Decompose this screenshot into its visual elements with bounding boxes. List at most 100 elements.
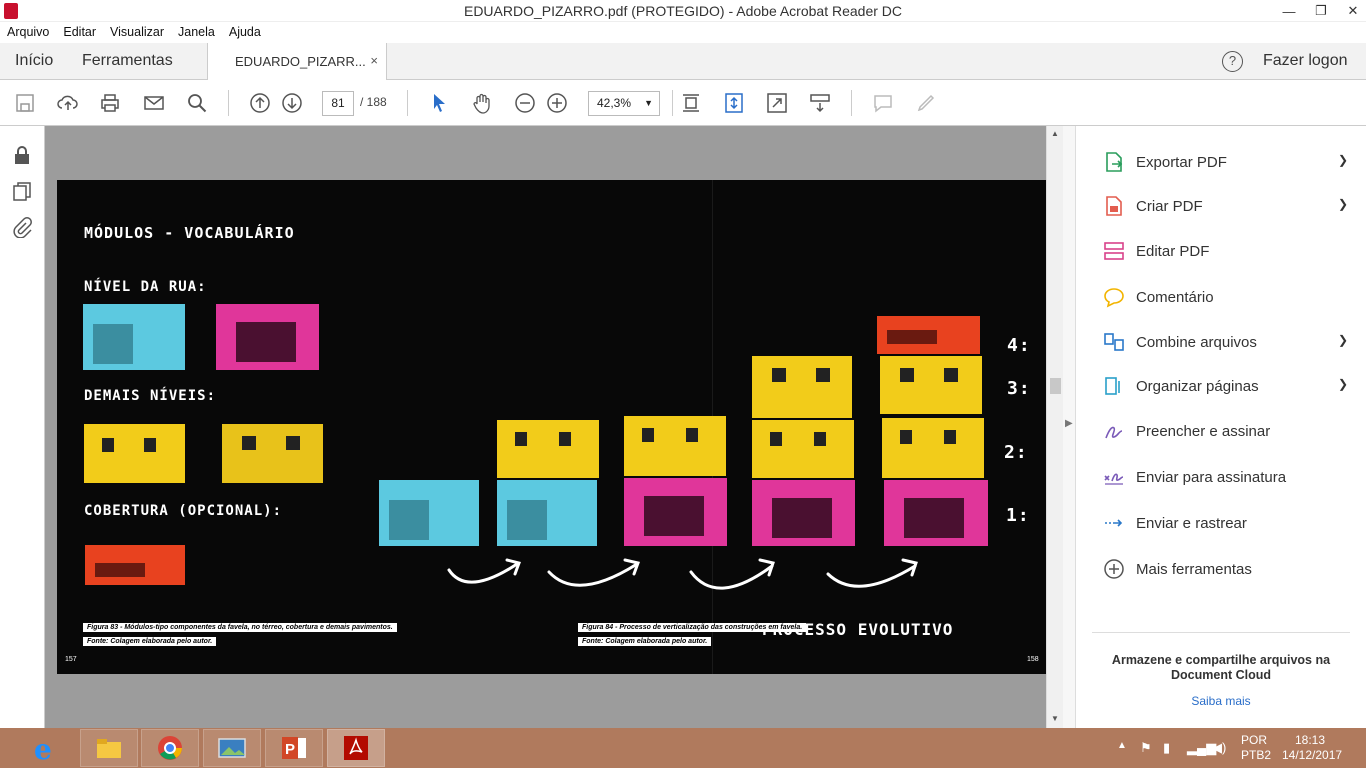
tab-document[interactable]: EDUARDO_PIZARR... × [207,43,387,80]
comment-icon [1102,285,1126,309]
tool-export-pdf[interactable]: Exportar PDF ❯ [1102,149,1352,175]
windows-taskbar: e P ▲ ⚑ ▮ ▂▄▆ ◀) POR PTB2 18:13 14/12/2017 [0,728,1366,768]
cloud-promo-text: Armazene e compartilhe arquivos na Docum… [1111,653,1331,682]
vertical-scrollbar[interactable]: ▲ ▼ [1046,126,1063,728]
upload-cloud-icon[interactable] [56,91,80,115]
action-center-icon[interactable]: ⚑ [1140,740,1152,780]
language-indicator[interactable]: POR PTB2 [1241,733,1271,773]
chevron-down-icon[interactable]: ❯ [1338,197,1348,211]
page-down-icon[interactable] [280,91,304,115]
title-bar: EDUARDO_PIZARRO.pdf (PROTEGIDO) - Adobe … [0,0,1366,22]
combine-icon [1102,330,1126,354]
select-cursor-icon[interactable] [427,91,451,115]
print-icon[interactable] [98,91,122,115]
search-icon[interactable] [185,91,209,115]
send-sign-icon [1102,465,1126,489]
fit-page-icon[interactable] [679,91,703,115]
scroll-mode-icon[interactable] [722,91,746,115]
page-number-right: 158 [1027,656,1039,663]
tray-expand-icon[interactable]: ▲ [1117,740,1127,780]
level-label-1: 1: [1006,505,1030,526]
svg-text:P: P [285,741,295,758]
level-label-4: 4: [1007,335,1031,356]
attachment-icon[interactable] [11,216,33,239]
chevron-down-icon[interactable]: ❯ [1338,153,1348,167]
tool-create-pdf[interactable]: Criar PDF ❯ [1102,193,1352,219]
tool-send-track[interactable]: Enviar e rastrear [1102,510,1352,536]
help-icon[interactable]: ? [1222,51,1243,72]
highlight-pen-icon[interactable] [914,91,938,115]
window-title: EDUARDO_PIZARRO.pdf (PROTEGIDO) - Adobe … [463,3,903,19]
chevron-down-icon[interactable]: ❯ [1338,333,1348,347]
photo-viewer-icon[interactable] [203,729,261,767]
document-viewer[interactable]: MÓDULOS - VOCABULÁRIO NÍVEL DA RUA: DEMA… [45,126,1046,728]
label-roof: COBERTURA (OPCIONAL): [84,503,283,519]
toolbar: 81 / 188 42,3% ▼ [0,80,1366,126]
tab-tools[interactable]: Ferramentas [82,52,173,70]
learn-more-link[interactable]: Saiba mais [1096,694,1346,708]
email-icon[interactable] [142,91,166,115]
caption-right-figure: Figura 84 - Processo de verticalização d… [578,623,807,632]
login-button[interactable]: Fazer logon [1263,52,1348,70]
page-number-left: 157 [65,656,77,663]
maximize-button[interactable]: ❐ [1308,0,1334,22]
scroll-down-icon[interactable]: ▼ [1051,714,1059,723]
clock[interactable]: 18:13 14/12/2017 [1282,733,1342,773]
menu-editar[interactable]: Editar [63,22,96,43]
tool-send-for-signature[interactable]: Enviar para assinatura [1102,464,1352,490]
module-photo-magenta [216,304,319,370]
tool-fill-sign[interactable]: Preencher e assinar [1102,418,1352,444]
lock-icon[interactable] [11,144,33,166]
menu-ajuda[interactable]: Ajuda [229,22,261,43]
chrome-icon[interactable] [141,729,199,767]
read-mode-icon[interactable] [808,91,832,115]
caption-right-source: Fonte: Colagem elaborada pelo autor. [578,637,712,646]
process-col4-level2 [752,420,854,478]
menu-janela[interactable]: Janela [178,22,215,43]
organize-icon [1102,374,1126,398]
tab-home[interactable]: Início [15,52,53,70]
process-col2-level1 [497,480,597,546]
minimize-button[interactable]: — [1276,0,1302,22]
file-explorer-icon[interactable] [80,729,138,767]
menu-arquivo[interactable]: Arquivo [7,22,49,43]
fullscreen-icon[interactable] [765,91,789,115]
tool-organize-pages[interactable]: Organizar páginas ❯ [1102,373,1352,399]
label-other-levels: DEMAIS NÍVEIS: [84,388,217,404]
left-nav-panel: ◀ [0,126,54,728]
acrobat-taskbar-icon[interactable] [327,729,385,767]
volume-icon[interactable]: ◀) [1212,740,1226,780]
internet-explorer-icon[interactable]: e [30,732,62,766]
menu-bar: Arquivo Editar Visualizar Janela Ajuda [0,22,1366,43]
process-arrows-icon [447,558,918,590]
tab-close-icon[interactable]: × [370,53,378,68]
comment-tool-icon[interactable] [871,91,895,115]
page-number-input[interactable]: 81 [322,91,354,116]
menu-visualizar[interactable]: Visualizar [110,22,164,43]
battery-icon[interactable]: ▮ [1163,740,1170,780]
zoom-in-icon[interactable] [545,91,569,115]
tool-combine-files[interactable]: Combine arquivos ❯ [1102,329,1352,355]
process-col2-level2 [497,420,599,478]
tool-more-tools[interactable]: Mais ferramentas [1102,556,1352,582]
tool-edit-pdf[interactable]: Editar PDF [1102,238,1352,264]
collapse-right-icon[interactable]: ▶ [1065,418,1073,429]
close-button[interactable]: ✕ [1340,0,1366,22]
tool-comment[interactable]: Comentário [1102,284,1352,310]
hand-tool-icon[interactable] [470,91,494,115]
scroll-thumb[interactable] [1050,378,1061,394]
right-panel-toggle[interactable]: ▶ [1063,126,1076,728]
pages-thumbnails-icon[interactable] [11,180,33,202]
scroll-up-icon[interactable]: ▲ [1051,129,1059,138]
zoom-out-icon[interactable] [513,91,537,115]
zoom-select[interactable]: 42,3% ▼ [588,91,660,116]
pdf-page-spread: MÓDULOS - VOCABULÁRIO NÍVEL DA RUA: DEMA… [57,180,1046,674]
process-col4-level3 [752,356,852,418]
save-icon[interactable] [13,91,37,115]
process-col5-level4 [877,316,980,354]
tools-panel: Exportar PDF ❯ Criar PDF ❯ Editar PDF Come… [1076,126,1366,728]
chevron-down-icon[interactable]: ❯ [1338,377,1348,391]
page-up-icon[interactable] [248,91,272,115]
powerpoint-icon[interactable]: P [265,729,323,767]
tab-document-label: EDUARDO_PIZARR... [235,54,366,69]
